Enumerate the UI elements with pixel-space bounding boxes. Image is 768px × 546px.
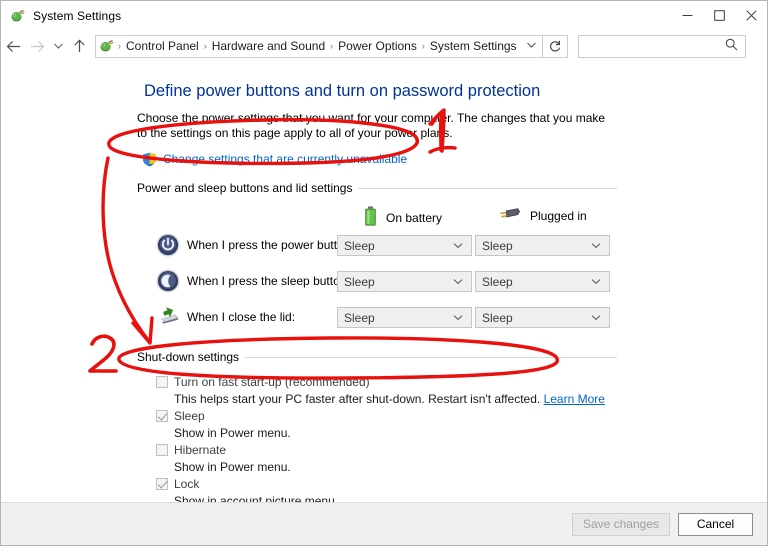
uac-shield-icon xyxy=(142,152,157,167)
breadcrumb-power-options[interactable]: Power Options xyxy=(334,39,421,53)
power-section-heading-label: Power and sleep buttons and lid settings xyxy=(137,181,353,195)
list-item: Lock Show in account picture menu. xyxy=(1,476,767,502)
breadcrumb-system-settings[interactable]: System Settings xyxy=(426,39,521,53)
sleep-description-text: Show in Power menu. xyxy=(174,426,291,440)
fast-startup-description: This helps start your PC faster after sh… xyxy=(1,390,767,408)
section-divider xyxy=(245,356,617,358)
system-settings-window: System Settings › Control Panel › Hardwa… xyxy=(0,0,768,546)
setting-row-power-button: When I press the power button: Sleep Sle… xyxy=(1,229,767,265)
power-button-on-battery-dropdown[interactable]: Sleep xyxy=(337,235,472,256)
sleep-button-on-battery-value: Sleep xyxy=(344,274,375,289)
power-button-plugged-in-dropdown[interactable]: Sleep xyxy=(475,235,610,256)
breadcrumb-control-panel[interactable]: Control Panel xyxy=(122,39,203,53)
settings-page: Define power buttons and turn on passwor… xyxy=(1,62,767,502)
sleep-button-plugged-in-dropdown[interactable]: Sleep xyxy=(475,271,610,292)
setting-row-sleep-button: When I press the sleep button: Sleep Sle… xyxy=(1,265,767,301)
fast-startup-description-text: This helps start your PC faster after sh… xyxy=(174,392,544,406)
up-arrow-icon[interactable] xyxy=(67,33,91,59)
address-bar[interactable]: › Control Panel › Hardware and Sound › P… xyxy=(95,34,544,58)
setting-row-close-lid: When I close the lid: Sleep Sleep xyxy=(1,301,767,337)
fast-startup-checkbox[interactable] xyxy=(156,376,168,388)
list-item: Turn on fast start-up (recommended) This… xyxy=(1,374,767,408)
setting-row-close-lid-label: When I close the lid: xyxy=(187,310,296,324)
hibernate-checkbox-row[interactable]: Hibernate xyxy=(1,442,767,458)
chevron-down-icon xyxy=(453,241,463,251)
column-headers: On battery Plugged in xyxy=(1,203,767,229)
lock-checkbox-row[interactable]: Lock xyxy=(1,476,767,492)
page-title: Define power buttons and turn on passwor… xyxy=(144,82,541,100)
close-icon[interactable] xyxy=(735,1,767,30)
section-divider xyxy=(358,187,617,189)
setting-row-sleep-button-label: When I press the sleep button: xyxy=(187,274,350,288)
control-panel-icon xyxy=(99,38,115,54)
close-lid-on-battery-value: Sleep xyxy=(344,310,375,325)
window-title: System Settings xyxy=(33,8,122,23)
minimize-icon[interactable] xyxy=(671,1,703,30)
sleep-checkbox-row[interactable]: Sleep xyxy=(1,408,767,424)
power-button-plugged-in-value: Sleep xyxy=(482,238,513,253)
recent-locations-chevron-icon[interactable] xyxy=(49,33,67,59)
sleep-label: Sleep xyxy=(174,409,205,423)
setting-row-power-button-label: When I press the power button: xyxy=(187,238,354,252)
content-area: Define power buttons and turn on passwor… xyxy=(1,62,767,502)
chevron-down-icon xyxy=(591,241,601,251)
change-settings-link-label: Change settings that are currently unava… xyxy=(163,152,408,166)
shutdown-section-heading-label: Shut-down settings xyxy=(137,350,240,364)
chevron-down-icon xyxy=(453,277,463,287)
title-bar: System Settings xyxy=(1,1,767,30)
sleep-checkbox[interactable] xyxy=(156,410,168,422)
hibernate-description: Show in Power menu. xyxy=(1,458,767,476)
lock-description: Show in account picture menu. xyxy=(1,492,767,502)
column-header-on-battery: On battery xyxy=(364,206,442,230)
maximize-icon[interactable] xyxy=(703,1,735,30)
breadcrumb-hardware-and-sound[interactable]: Hardware and Sound xyxy=(208,39,329,53)
list-item: Sleep Show in Power menu. xyxy=(1,408,767,442)
cancel-button[interactable]: Cancel xyxy=(678,512,753,536)
column-header-plugged-in: Plugged in xyxy=(498,206,587,226)
save-changes-button[interactable]: Save changes xyxy=(571,512,670,536)
power-button-icon xyxy=(156,233,180,257)
window-controls xyxy=(671,1,767,30)
list-item: Hibernate Show in Power menu. xyxy=(1,442,767,476)
hibernate-label: Hibernate xyxy=(174,443,227,457)
chevron-down-icon xyxy=(591,277,601,287)
lock-checkbox[interactable] xyxy=(156,478,168,490)
change-settings-link[interactable]: Change settings that are currently unava… xyxy=(142,150,767,168)
dialog-footer: Save changes Cancel xyxy=(1,502,767,545)
forward-arrow-icon xyxy=(25,33,49,59)
shutdown-section-heading: Shut-down settings xyxy=(137,350,617,364)
chevron-down-icon xyxy=(453,313,463,323)
shutdown-options-list: Turn on fast start-up (recommended) This… xyxy=(1,374,767,502)
sleep-button-plugged-in-value: Sleep xyxy=(482,274,513,289)
laptop-lid-icon xyxy=(156,305,180,329)
close-lid-plugged-in-dropdown[interactable]: Sleep xyxy=(475,307,610,328)
refresh-icon[interactable] xyxy=(543,34,568,58)
power-section-heading: Power and sleep buttons and lid settings xyxy=(137,181,617,195)
lock-description-text: Show in account picture menu. xyxy=(174,494,339,502)
battery-icon xyxy=(364,206,377,230)
page-description: Choose the power settings that you want … xyxy=(137,111,606,140)
close-lid-on-battery-dropdown[interactable]: Sleep xyxy=(337,307,472,328)
fast-startup-checkbox-row[interactable]: Turn on fast start-up (recommended) xyxy=(1,374,767,390)
hibernate-checkbox[interactable] xyxy=(156,444,168,456)
sleep-moon-icon xyxy=(156,269,180,293)
close-lid-plugged-in-value: Sleep xyxy=(482,310,513,325)
power-plug-icon xyxy=(498,206,521,226)
learn-more-link[interactable]: Learn More xyxy=(544,392,605,406)
power-options-icon xyxy=(10,8,26,24)
sleep-button-on-battery-dropdown[interactable]: Sleep xyxy=(337,271,472,292)
column-header-on-battery-label: On battery xyxy=(386,211,443,225)
back-arrow-icon[interactable] xyxy=(1,33,25,59)
search-input[interactable] xyxy=(578,34,746,58)
search-icon xyxy=(725,38,738,54)
power-button-on-battery-value: Sleep xyxy=(344,238,375,253)
lock-label: Lock xyxy=(174,477,200,491)
fast-startup-label: Turn on fast start-up (recommended) xyxy=(174,375,370,389)
navigation-bar: › Control Panel › Hardware and Sound › P… xyxy=(1,30,767,62)
column-header-plugged-in-label: Plugged in xyxy=(530,209,587,223)
chevron-down-icon xyxy=(591,313,601,323)
chevron-down-icon[interactable] xyxy=(521,41,544,52)
sleep-description: Show in Power menu. xyxy=(1,424,767,442)
hibernate-description-text: Show in Power menu. xyxy=(174,460,291,474)
